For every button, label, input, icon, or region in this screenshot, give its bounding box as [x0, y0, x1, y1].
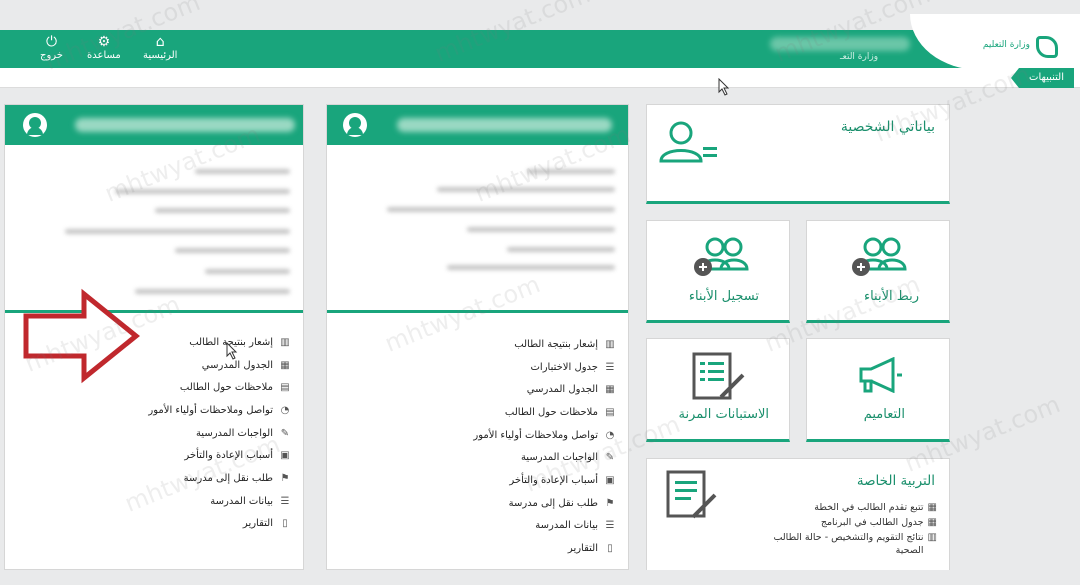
calendar-icon: ▦	[605, 384, 615, 396]
ministry-logo: وزارة التعليم	[938, 34, 1058, 62]
ministry-logo-mark	[1036, 36, 1058, 58]
student-card-header	[5, 105, 303, 145]
document-edit-icon	[666, 470, 717, 519]
nav-home[interactable]: ⌂ الرئيسية	[143, 34, 177, 61]
special-ed-item-schedule[interactable]: ▦ جدول الطالب في البرنامج	[767, 516, 937, 529]
nav-logout[interactable]: ⏻ خروج	[40, 34, 63, 61]
menu-item-transfer[interactable]: ⚑ طلب نقل إلى مدرسة	[473, 492, 616, 515]
menu-item-schedule[interactable]: ▦ الجدول المدرسي	[148, 354, 291, 377]
tile-link-children[interactable]: ربط الأبناء	[806, 220, 950, 323]
special-ed-item-results[interactable]: ▥ نتائج التقويم والتشخيص - حالة الطالب ال…	[767, 531, 937, 557]
chat-icon: ◔	[280, 404, 290, 416]
menu-item-parents[interactable]: ◔ تواصل وملاحظات أولياء الأمور	[473, 424, 616, 447]
tile-circulars[interactable]: التعاميم	[806, 338, 950, 442]
menu-item-schedule[interactable]: ▦ الجدول المدرسي	[473, 378, 616, 401]
file-icon: ▯	[607, 543, 613, 555]
menu-item-result[interactable]: ▥ إشعار بنتيجة الطالب	[148, 331, 291, 354]
tile-register-children[interactable]: تسجيل الأبناء	[646, 220, 790, 323]
add-users-icon	[694, 237, 749, 276]
special-ed-list: ▦ تتبع تقدم الطالب في الخطة ▦ جدول الطالب …	[767, 501, 937, 559]
list-icon: ☰	[605, 361, 615, 373]
menu-item-school-data[interactable]: ☰ بيانات المدرسة	[473, 515, 616, 538]
menu-item-notes[interactable]: ▤ ملاحظات حول الطالب	[473, 401, 616, 424]
ministry-logo-text: وزارة التعليم	[982, 40, 1030, 50]
calendar-icon: ▦	[927, 502, 937, 513]
notices-tab[interactable]: التنبيهات	[1011, 68, 1074, 88]
edit-icon: ✎	[280, 427, 290, 439]
notices-bar	[0, 68, 1080, 88]
menu-item-notes[interactable]: ▤ ملاحظات حول الطالب	[148, 376, 291, 399]
book-icon: ▣	[280, 450, 290, 462]
list-icon: ☰	[280, 495, 290, 507]
student-avatar	[23, 113, 47, 137]
student-name-blurred	[397, 118, 612, 132]
tile-surveys[interactable]: الاستبانات المرنة	[646, 338, 790, 442]
menu-item-parents[interactable]: ◔ تواصل وملاحظات أولياء الأمور	[148, 399, 291, 422]
flag-icon: ⚑	[280, 472, 290, 484]
tile-circulars-label: التعاميم	[863, 407, 905, 422]
link-users-icon	[852, 237, 907, 276]
chat-icon: ◔	[605, 429, 615, 441]
menu-item-retention[interactable]: ▣ أسباب الإعادة والتأخر	[473, 469, 616, 492]
list-icon: ☰	[605, 520, 615, 532]
survey-icon	[692, 352, 745, 400]
tile-special-education[interactable]: التربية الخاصة ▦ تتبع تقدم الطالب في الخط…	[646, 458, 950, 570]
user-name: وزارة التعـ	[840, 52, 879, 62]
menu-item-retention[interactable]: ▣ أسباب الإعادة والتأخر	[148, 444, 291, 467]
menu-item-exams[interactable]: ☰ جدول الاختبارات	[473, 356, 616, 379]
flag-icon: ⚑	[605, 497, 615, 509]
megaphone-icon	[859, 357, 902, 393]
notes-icon: ▤	[280, 382, 290, 394]
edit-icon: ✎	[605, 452, 615, 464]
tile-link-label: ربط الأبناء	[863, 289, 919, 304]
tile-register-label: تسجيل الأبناء	[688, 289, 759, 304]
tile-special-title: التربية الخاصة	[856, 473, 935, 489]
student-name-blurred	[75, 118, 295, 132]
menu-item-homework[interactable]: ✎ الواجبات المدرسية	[148, 422, 291, 445]
menu-item-result[interactable]: ▥ إشعار بنتيجة الطالب	[473, 333, 616, 356]
user-name-blurred	[770, 37, 910, 51]
power-icon: ⏻	[45, 34, 58, 50]
nav-home-label: الرئيسية	[143, 50, 178, 61]
menu-item-homework[interactable]: ✎ الواجبات المدرسية	[473, 446, 616, 469]
nav-logout-label: خروج	[40, 50, 63, 61]
book-icon: ▣	[605, 474, 615, 486]
red-arrow-annotation	[23, 288, 140, 384]
card-separator	[327, 310, 628, 313]
chart-icon: ▥	[927, 532, 937, 543]
home-icon: ⌂	[155, 34, 165, 50]
user-card-icon	[659, 121, 717, 163]
nav-help[interactable]: ⚙ مساعدة	[87, 34, 121, 61]
file-icon: ▯	[282, 518, 288, 530]
chart-icon: ▥	[605, 338, 615, 350]
student-avatar	[343, 113, 367, 137]
tile-personal-label: بياناتي الشخصية	[840, 119, 935, 135]
mouse-cursor-secondary	[718, 78, 730, 96]
student-menu-middle: ▥ إشعار بنتيجة الطالب ☰ جدول الاختبارات ▦ ا…	[473, 333, 616, 560]
nav-help-label: مساعدة	[87, 50, 121, 61]
calendar-icon: ▦	[927, 517, 937, 528]
notes-icon: ▤	[605, 406, 615, 418]
calendar-icon: ▦	[280, 359, 290, 371]
gear-icon: ⚙	[97, 34, 111, 50]
menu-item-transfer[interactable]: ⚑ طلب نقل إلى مدرسة	[148, 467, 291, 490]
tile-surveys-label: الاستبانات المرنة	[678, 407, 769, 422]
student-card-header	[327, 105, 628, 145]
student-card-middle: ▥ إشعار بنتيجة الطالب ☰ جدول الاختبارات ▦ ا…	[326, 104, 629, 570]
mouse-cursor	[226, 342, 238, 360]
menu-item-reports[interactable]: ▯ التقارير	[473, 537, 616, 560]
chart-icon: ▥	[280, 336, 290, 348]
menu-item-school-data[interactable]: ☰ بيانات المدرسة	[148, 490, 291, 513]
menu-item-reports[interactable]: ▯ التقارير	[148, 513, 291, 536]
student-menu-left: ▥ إشعار بنتيجة الطالب ▦ الجدول المدرسي ▤ مل…	[148, 331, 291, 535]
special-ed-item-progress[interactable]: ▦ تتبع تقدم الطالب في الخطة	[767, 501, 937, 514]
tile-personal-data[interactable]: بياناتي الشخصية	[646, 104, 950, 204]
